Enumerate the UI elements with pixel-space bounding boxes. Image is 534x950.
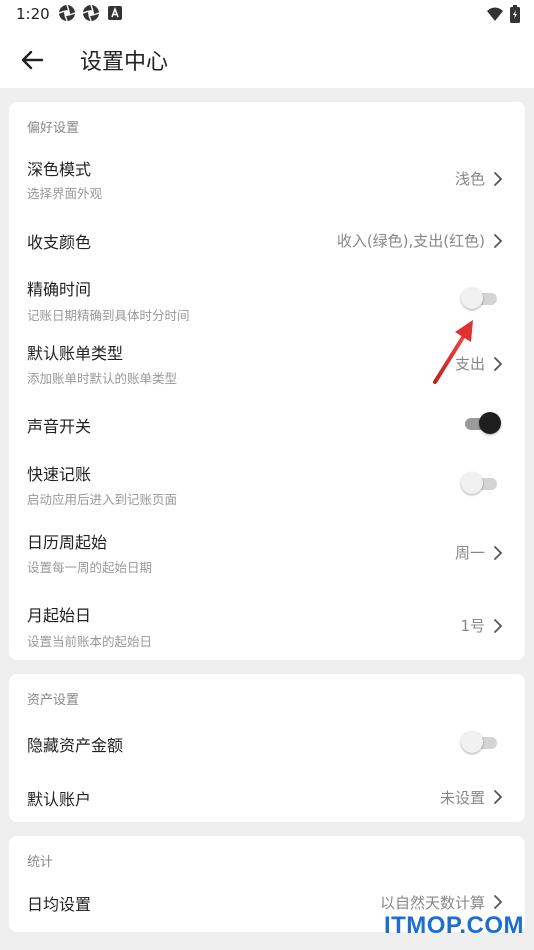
row-value: 周一: [454, 544, 485, 562]
row-title: 声音开关: [27, 417, 92, 436]
assets-card: 资产设置 隐藏资产金额 默认账户 未设置: [9, 674, 525, 822]
hide-amount-row: 隐藏资产金额: [9, 718, 525, 768]
row-title: 日历周起始: [27, 533, 108, 552]
page-title: 设置中心: [80, 50, 169, 75]
aperture-icon: [58, 4, 76, 22]
text-a-icon: [108, 6, 122, 20]
section-title: 偏好设置: [27, 121, 80, 136]
chevron-right-icon: [494, 357, 503, 371]
sound-row: 声音开关: [9, 396, 525, 448]
app-bar: 设置中心: [0, 30, 534, 88]
row-title: 深色模式: [27, 160, 92, 179]
status-system-icons: [486, 5, 520, 23]
row-subtitle: 添加账单时默认的账单类型: [27, 371, 178, 386]
row-subtitle: 记账日期精确到具体时分时间: [27, 308, 190, 323]
row-title: 月起始日: [27, 606, 92, 625]
toggle-knob: [461, 287, 483, 309]
section-title: 资产设置: [27, 693, 80, 708]
toggle-knob: [461, 472, 483, 494]
annotation-arrow-icon: [433, 320, 473, 384]
toggle-knob: [461, 731, 483, 753]
aperture-icon: [82, 4, 100, 22]
row-subtitle: 设置每一周的起始日期: [27, 560, 153, 575]
row-title: 默认账单类型: [27, 344, 124, 363]
chevron-right-icon: [494, 234, 503, 248]
week-start-row[interactable]: 日历周起始 设置每一周的起始日期 周一: [9, 520, 525, 582]
status-bar: 1:20: [0, 0, 534, 30]
row-value: 未设置: [439, 789, 485, 807]
row-title: 快速记账: [27, 465, 92, 484]
row-title: 收支颜色: [27, 233, 92, 252]
status-notification-icons: [58, 4, 124, 22]
hide-amount-toggle[interactable]: [461, 730, 501, 754]
month-start-row[interactable]: 月起始日 设置当前账本的起始日 1号: [9, 590, 525, 652]
row-title: 隐藏资产金额: [27, 736, 124, 755]
default-account-row[interactable]: 默认账户 未设置: [9, 772, 525, 822]
chevron-right-icon: [494, 172, 503, 186]
status-time: 1:20: [16, 5, 50, 23]
row-title: 默认账户: [27, 790, 92, 809]
chevron-right-icon: [494, 895, 503, 909]
row-subtitle: 启动应用后进入到记账页面: [27, 492, 178, 507]
battery-icon: [510, 5, 520, 23]
chevron-right-icon: [494, 619, 503, 633]
row-subtitle: 选择界面外观: [27, 186, 103, 201]
row-value: 收入(绿色),支出(红色): [336, 232, 485, 250]
toggle-knob: [479, 412, 501, 434]
chevron-right-icon: [494, 546, 503, 560]
back-arrow-icon[interactable]: [18, 46, 46, 74]
sound-toggle[interactable]: [461, 411, 501, 435]
income-color-row[interactable]: 收支颜色 收入(绿色),支出(红色): [9, 214, 525, 266]
precise-time-toggle[interactable]: [461, 286, 501, 310]
wifi-icon: [487, 7, 503, 21]
row-value: 浅色: [454, 170, 485, 188]
chevron-right-icon: [494, 790, 503, 804]
row-title: 日均设置: [27, 895, 92, 914]
row-value: 1号: [460, 617, 485, 635]
row-subtitle: 设置当前账本的起始日: [27, 634, 153, 649]
section-title: 统计: [27, 855, 54, 870]
dark-mode-row[interactable]: 深色模式 选择界面外观 浅色: [9, 146, 525, 212]
quick-record-toggle[interactable]: [461, 471, 501, 495]
quick-record-row: 快速记账 启动应用后进入到记账页面: [9, 452, 525, 514]
row-value: 以自然天数计算: [379, 894, 485, 912]
row-title: 精确时间: [27, 280, 92, 299]
site-watermark: ITMOP.COM: [383, 912, 524, 939]
